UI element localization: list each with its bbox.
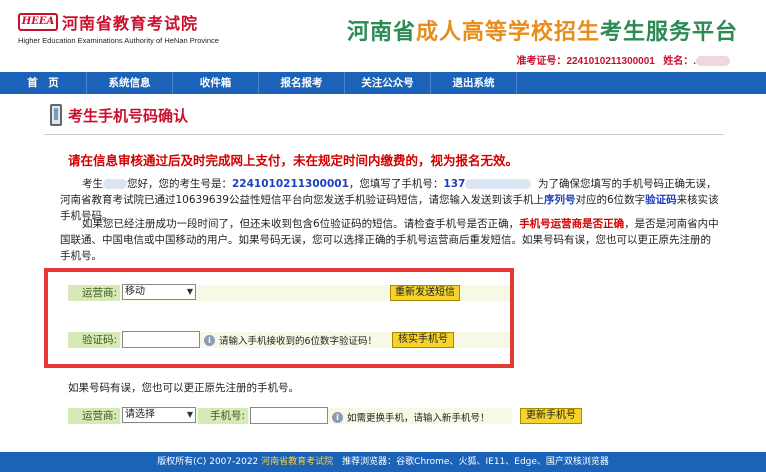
exam-number: 2241010211300001 (232, 178, 349, 190)
page-title: 考生手机号码确认 (68, 106, 189, 125)
footer-link[interactable]: 河南省教育考试院 (261, 457, 333, 467)
payment-warning: 请在信息审核通过后及时完成网上支付，未在规定时间内缴费的，视为报名无效。 (68, 153, 519, 168)
nav-logout[interactable]: 退出系统 (431, 72, 517, 94)
footer: 版权所有(C) 2007-2022 河南省教育考试院 推荐浏览器：谷歌Chrom… (0, 452, 766, 472)
logo: HEEA 河南省教育考试院 Higher Education Examinati… (18, 10, 219, 45)
phone-hint: i 如需更换手机，请输入新手机号！ (332, 410, 490, 424)
name-redaction (696, 56, 730, 67)
header: HEEA 河南省教育考试院 Higher Education Examinati… (0, 0, 766, 70)
logo-mark-icon: HEEA (18, 13, 58, 31)
update-phone-button[interactable]: 更新手机号 (520, 408, 582, 424)
nav-registration[interactable]: 报名报考 (259, 72, 345, 94)
section-title: 考生手机号码确认 (50, 104, 188, 126)
nav-system-info[interactable]: 系统信息 (87, 72, 173, 94)
info-icon: i (332, 411, 343, 423)
main-nav: 首 页 系统信息 收件箱 报名报考 关注公众号 退出系统 (0, 72, 766, 94)
carrier-label-2: 运营商: (68, 408, 120, 424)
info-paragraph-3: 如果号码有误，您也可以更正原先注册的手机号。 (68, 382, 299, 394)
user-info: 准考证号：2241010211300001 姓名：. (516, 52, 730, 67)
chevron-down-icon: ▼ (186, 410, 193, 419)
header-exam-no: 2241010211300001 (566, 56, 655, 67)
new-phone-input[interactable] (250, 407, 328, 424)
phone-label: 手机号: (198, 408, 248, 424)
info-paragraph-2: 如果您已经注册成功一段时间了，但还未收到包含6位验证码的短信。请检查手机号是否正… (60, 218, 719, 262)
carrier-select-2[interactable]: 请选择 ▼ (122, 407, 196, 423)
highlight-box (44, 268, 514, 368)
nav-inbox[interactable]: 收件箱 (173, 72, 259, 94)
mobile-phone-icon (50, 104, 62, 126)
nav-home[interactable]: 首 页 (0, 72, 87, 94)
logo-cn-text: 河南省教育考试院 (62, 14, 199, 33)
nav-follow-account[interactable]: 关注公众号 (345, 72, 431, 94)
phone-redaction (465, 179, 532, 189)
phone-prefix: 137 (443, 178, 466, 190)
platform-title: 河南省成人高等学校招生考生服务平台 (346, 19, 738, 45)
name-redaction (103, 179, 127, 189)
divider (44, 134, 724, 135)
logo-en-text: Higher Education Examinations Authority … (18, 36, 219, 45)
